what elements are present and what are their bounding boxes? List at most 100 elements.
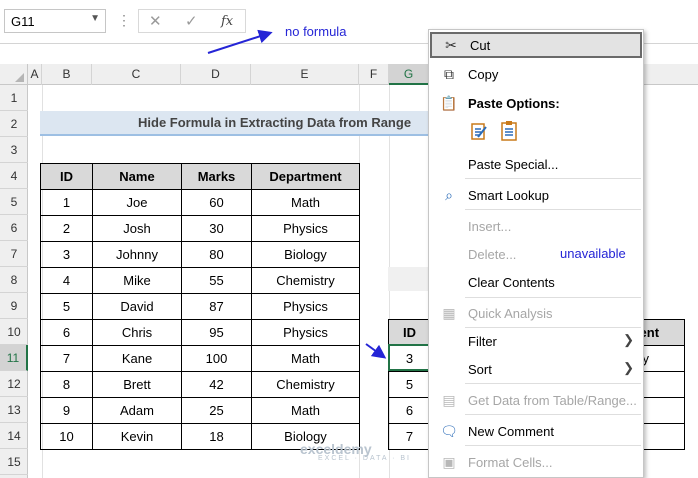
table-cell[interactable]: Brett [92,371,182,398]
table-cell[interactable]: 2 [40,215,93,242]
row-header[interactable]: 14 [0,423,28,449]
table-cell[interactable]: Johnny [92,241,182,268]
menu-item-cut[interactable]: ✂ Cut [430,32,642,58]
table-cell[interactable]: 60 [181,189,252,216]
row-header[interactable]: 6 [0,215,28,241]
column-header-f[interactable]: F [359,64,389,85]
column-header-b[interactable]: B [42,64,92,85]
table-cell[interactable]: Mike [92,267,182,294]
row-header[interactable]: 13 [0,397,28,423]
output-cell[interactable]: 6 [388,397,431,424]
output-table: ID 3 5 6 7 [388,319,431,450]
column-header-g[interactable]: G [389,64,429,85]
active-cell-border [388,344,430,371]
column-header-d[interactable]: D [181,64,251,85]
table-cell[interactable]: Kevin [92,423,182,450]
table-row: 5 David 87 Physics [40,293,360,320]
menu-item-paste-special[interactable]: Paste Special... [430,151,642,177]
table-cell[interactable]: 10 [40,423,93,450]
row-header[interactable]: 2 [0,111,28,137]
row-header[interactable]: 9 [0,293,28,319]
table-cell[interactable]: 100 [181,345,252,372]
menu-item-sort[interactable]: Sort ❯ [430,356,642,382]
table-row: 6 Chris 95 Physics [40,319,360,346]
table-cell[interactable]: Chemistry [251,267,360,294]
menu-label: Insert... [468,219,512,234]
header-marks[interactable]: Marks [181,163,252,190]
menu-separator [465,297,641,298]
table-cell[interactable]: Physics [251,319,360,346]
table-cell[interactable]: Kane [92,345,182,372]
menu-separator [465,178,641,179]
menu-item-clear-contents[interactable]: Clear Contents [430,269,642,295]
menu-label: Delete... [468,247,517,262]
table-cell[interactable]: Adam [92,397,182,424]
select-all-button[interactable] [0,64,28,85]
table-cell[interactable]: 95 [181,319,252,346]
table-cell[interactable]: Math [251,189,360,216]
row-header[interactable]: 10 [0,319,28,345]
table-row: 7 Kane 100 Math [40,345,360,372]
row-header[interactable]: 12 [0,371,28,397]
row-header[interactable]: 8 [0,267,28,293]
table-cell[interactable]: 42 [181,371,252,398]
table-cell[interactable]: 30 [181,215,252,242]
menu-separator [465,445,641,446]
row-header[interactable]: 3 [0,137,28,163]
row-header[interactable]: 4 [0,163,28,189]
table-cell[interactable]: 6 [40,319,93,346]
row-header[interactable]: 1 [0,85,28,111]
table-cell[interactable]: Chemistry [251,371,360,398]
header-name[interactable]: Name [92,163,182,190]
table-cell[interactable]: Chris [92,319,182,346]
table-cell[interactable]: 4 [40,267,93,294]
paste-values-icon[interactable] [499,120,519,142]
chevron-right-icon: ❯ [623,360,634,375]
column-header-a[interactable]: A [28,64,42,85]
copy-icon: ⧉ [444,66,454,82]
output-header-id[interactable]: ID [388,319,431,346]
row-header[interactable]: 15 [0,449,28,475]
table-cell[interactable]: 1 [40,189,93,216]
table-row: 2 Josh 30 Physics [40,215,360,242]
table-cell[interactable]: 7 [40,345,93,372]
sheet-title: Hide Formula in Extracting Data from Ran… [40,111,440,136]
quick-analysis-icon: ▦ [442,305,456,321]
menu-separator [465,414,641,415]
output-cell[interactable]: 5 [388,371,431,398]
header-department[interactable]: Department [251,163,360,190]
table-cell[interactable]: Physics [251,293,360,320]
table-cell[interactable]: Physics [251,215,360,242]
table-cell[interactable]: 3 [40,241,93,268]
chevron-right-icon: ❯ [623,332,634,347]
table-cell[interactable]: 18 [181,423,252,450]
table-cell[interactable]: 8 [40,371,93,398]
row-header[interactable]: 5 [0,189,28,215]
row-headers: 1 2 3 4 5 6 7 8 9 10 11 12 13 14 15 [0,85,28,478]
table-cell[interactable]: Josh [92,215,182,242]
table-cell[interactable]: Joe [92,189,182,216]
column-header-c[interactable]: C [92,64,181,85]
paste-option-icon[interactable] [469,120,489,142]
menu-label: Paste Special... [468,157,559,172]
table-cell[interactable]: 80 [181,241,252,268]
table-cell[interactable]: Math [251,345,360,372]
menu-item-paste-options: 📋 Paste Options: [430,90,642,116]
table-cell[interactable]: 87 [181,293,252,320]
menu-item-new-comment[interactable]: 🗨 New Comment [430,418,642,444]
table-cell[interactable]: David [92,293,182,320]
table-cell[interactable]: Math [251,397,360,424]
table-cell[interactable]: 55 [181,267,252,294]
menu-item-insert: Insert... [430,213,642,239]
column-header-e[interactable]: E [251,64,359,85]
row-header-selected[interactable]: 11 [0,345,28,371]
header-id[interactable]: ID [40,163,93,190]
menu-item-filter[interactable]: Filter ❯ [430,328,642,354]
table-cell[interactable]: Biology [251,241,360,268]
menu-item-smart-lookup[interactable]: ⌕ Smart Lookup [430,182,642,208]
menu-item-copy[interactable]: ⧉ Copy [430,61,642,87]
table-cell[interactable]: 5 [40,293,93,320]
row-header[interactable]: 7 [0,241,28,267]
table-cell[interactable]: 9 [40,397,93,424]
table-cell[interactable]: 25 [181,397,252,424]
